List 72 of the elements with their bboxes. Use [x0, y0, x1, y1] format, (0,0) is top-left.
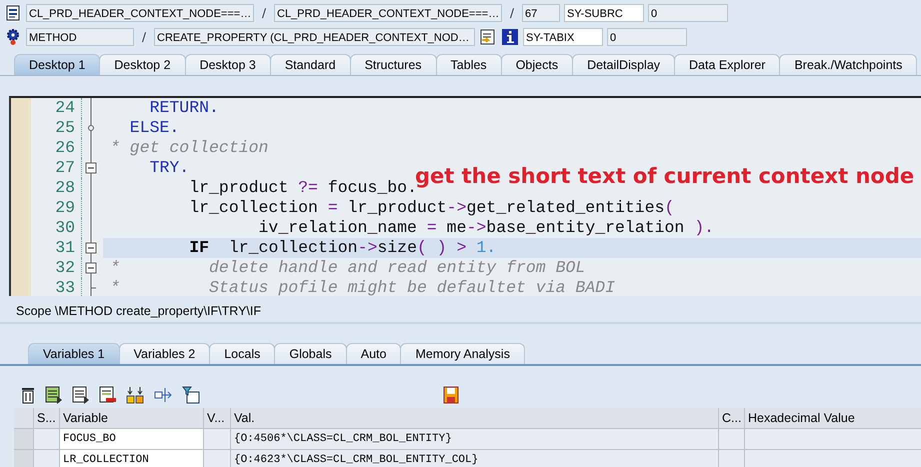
tab[interactable]: Data Explorer [674, 54, 780, 75]
line-number: 26 [31, 138, 82, 158]
tab[interactable]: Variables 1 [28, 343, 120, 364]
list-icon[interactable] [45, 386, 63, 404]
column-header[interactable]: Val. [231, 408, 719, 429]
system-value-field: 0 [648, 4, 728, 22]
collapse-icon[interactable] [86, 258, 96, 278]
annotation-text: get the short text of current context node [415, 164, 914, 188]
fold-dot-icon [88, 118, 94, 138]
code-line: RETURN. [148, 98, 219, 118]
separator-slash: / [260, 6, 268, 20]
collapse-icon[interactable] [86, 238, 96, 258]
tab[interactable]: Memory Analysis [400, 343, 525, 364]
collapse-icon[interactable] [86, 158, 96, 178]
event-type-field: METHOD [26, 28, 134, 46]
list-remove-icon[interactable] [99, 386, 117, 404]
list-icon[interactable] [72, 386, 90, 404]
event-field: CREATE_PROPERTY (CL_PRD_HEADER_CONTEXT_NOD… [154, 28, 475, 46]
code-line: lr_product ?= focus_bo. [188, 178, 417, 198]
column-header[interactable]: S... [34, 408, 60, 429]
line-number: 25 [31, 118, 82, 138]
separator-slash: / [140, 30, 148, 44]
fold-line [90, 138, 92, 158]
code-line: lr_collection = lr_product->get_related_entities( [188, 198, 674, 218]
line-field: 67 [522, 4, 560, 22]
line-number: 30 [31, 218, 82, 238]
code-line: * delete handle and read entity from BOL [110, 258, 586, 278]
column-header[interactable]: Hexadecimal Value [745, 408, 921, 429]
trash-icon[interactable] [20, 386, 36, 404]
save-icon[interactable] [443, 386, 459, 404]
line-number: 33 [31, 278, 82, 296]
system-value-field: 0 [607, 28, 687, 46]
column-header[interactable]: V... [204, 408, 231, 429]
fold-end-icon [90, 278, 96, 296]
system-variable-field[interactable]: SY-TABIX [523, 28, 603, 46]
line-number: 32 [31, 258, 82, 278]
tab[interactable]: Break./Watchpoints [779, 54, 918, 75]
filter-icon[interactable] [182, 386, 200, 404]
tab[interactable]: Desktop 1 [14, 54, 100, 75]
columns-icon[interactable] [126, 386, 144, 404]
scope-text: Scope \METHOD create_property\IF\TRY\IF [0, 300, 921, 324]
line-number: 29 [31, 198, 82, 218]
program-field: CL_PRD_HEADER_CONTEXT_NODE===… [26, 4, 254, 22]
table-cell: LR_COLLECTION [60, 450, 204, 467]
column-header[interactable]: Variable [60, 408, 204, 429]
info-icon[interactable] [501, 28, 519, 46]
separator-slash: / [508, 6, 516, 20]
arrows-icon[interactable] [153, 386, 173, 404]
line-number: 24 [31, 98, 82, 118]
tab[interactable]: Objects [500, 54, 574, 75]
document-icon[interactable] [4, 4, 22, 22]
table-cell: FOCUS_BO [60, 429, 204, 450]
system-variable-field[interactable]: SY-SUBRC [564, 4, 644, 22]
tab[interactable]: Desktop 2 [99, 54, 186, 75]
code-line: * get collection [110, 138, 268, 158]
code-line: TRY. [148, 158, 190, 178]
code-editor[interactable] [9, 96, 921, 296]
code-line: ELSE. [128, 118, 180, 138]
line-number: 27 [31, 158, 82, 178]
fold-line [90, 98, 92, 118]
tab[interactable]: Desktop 3 [184, 54, 271, 75]
code-line: iv_relation_name = me->base_entity_relation ). [258, 218, 714, 238]
code-line: * Status pofile might be defaultet via BADI [110, 278, 615, 296]
table-cell: {O:4623*\CLASS=CL_CRM_BOL_ENTITY_COL} [231, 450, 719, 467]
column-header[interactable]: C... [719, 408, 745, 429]
include-field: CL_PRD_HEADER_CONTEXT_NODE===… [274, 4, 502, 22]
tab[interactable]: DetailDisplay [572, 54, 676, 75]
code-line: IF lr_collection->size( ) > 1. [188, 238, 496, 258]
line-number: 28 [31, 178, 82, 198]
gear-icon[interactable] [4, 28, 22, 46]
table-cell: {O:4506*\CLASS=CL_CRM_BOL_ENTITY} [231, 429, 719, 450]
line-number: 31 [31, 238, 82, 258]
